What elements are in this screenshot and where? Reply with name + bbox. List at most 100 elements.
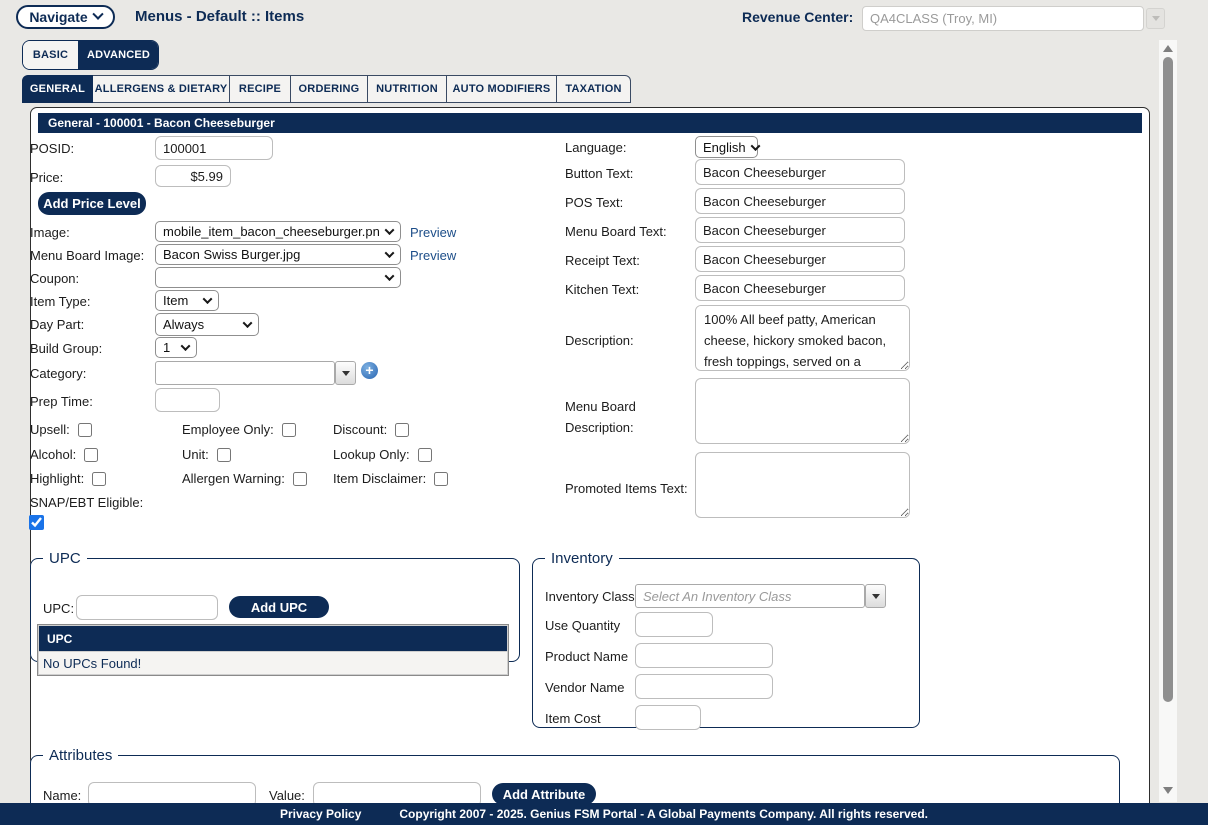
menu-board-image-select[interactable]: Bacon Swiss Burger.jpg: [155, 244, 401, 265]
description-label: Description:: [565, 333, 634, 348]
discount-label: Discount:: [333, 422, 387, 437]
button-text-label: Button Text:: [565, 166, 633, 181]
allergen-warning-checkbox[interactable]: [293, 472, 307, 486]
lookup-only-label: Lookup Only:: [333, 447, 410, 462]
description-textarea[interactable]: 100% All beef patty, American cheese, hi…: [695, 305, 910, 371]
tab-recipe[interactable]: RECIPE: [230, 75, 291, 103]
attributes-legend: Attributes: [43, 747, 118, 764]
add-price-level-button[interactable]: Add Price Level: [38, 192, 146, 215]
add-attribute-button[interactable]: Add Attribute: [492, 783, 596, 805]
menu-board-image-preview-link[interactable]: Preview: [410, 248, 456, 263]
tab-advanced[interactable]: ADVANCED: [79, 41, 158, 69]
discount-checkbox[interactable]: [395, 423, 409, 437]
posid-input[interactable]: [155, 136, 273, 160]
dropdown-arrow-icon: [1152, 16, 1160, 21]
section-header: General - 100001 - Bacon Cheeseburger: [38, 113, 1142, 133]
image-preview-link[interactable]: Preview: [410, 225, 456, 240]
alcohol-label: Alcohol:: [30, 447, 76, 462]
tab-auto-modifiers[interactable]: AUTO MODIFIERS: [447, 75, 557, 103]
discount-checkbox-field: Discount:: [333, 422, 409, 437]
revenue-center-input[interactable]: [862, 6, 1144, 31]
mode-tab-group: BASIC ADVANCED: [22, 40, 159, 70]
item-cost-label: Item Cost: [545, 711, 601, 726]
item-cost-input[interactable]: [635, 705, 701, 730]
category-input[interactable]: [155, 361, 335, 385]
tab-basic[interactable]: BASIC: [23, 41, 79, 69]
attribute-value-label: Value:: [269, 788, 305, 803]
build-group-select-value: 1: [163, 340, 170, 355]
coupon-select[interactable]: [155, 267, 401, 288]
item-type-select[interactable]: Item: [155, 290, 219, 311]
day-part-select[interactable]: Always: [155, 313, 259, 336]
upc-empty-row: No UPCs Found!: [38, 652, 508, 675]
select-chevron-icon: [385, 248, 395, 258]
menu-board-text-label: Menu Board Text:: [565, 224, 667, 239]
select-chevron-icon: [243, 318, 253, 328]
menu-board-description-textarea[interactable]: [695, 378, 910, 444]
upsell-checkbox[interactable]: [78, 423, 92, 437]
price-label: Price:: [30, 170, 63, 185]
unit-checkbox[interactable]: [217, 448, 231, 462]
subtab-bar: GENERAL ALLERGENS & DIETARY RECIPE ORDER…: [22, 75, 631, 103]
build-group-label: Build Group:: [30, 341, 102, 356]
employee-only-label: Employee Only:: [182, 422, 274, 437]
navigate-button[interactable]: Navigate: [16, 5, 115, 29]
vertical-scrollbar[interactable]: [1159, 40, 1177, 802]
alcohol-checkbox-field: Alcohol:: [30, 447, 98, 462]
tab-nutrition[interactable]: NUTRITION: [368, 75, 447, 103]
build-group-select[interactable]: 1: [155, 337, 197, 358]
kitchen-text-input[interactable]: [695, 275, 905, 301]
inventory-fieldset: Inventory Inventory Class Use Quantity P…: [532, 550, 920, 728]
vendor-name-input[interactable]: [635, 674, 773, 699]
tab-taxation[interactable]: TAXATION: [557, 75, 631, 103]
alcohol-checkbox[interactable]: [84, 448, 98, 462]
button-text-input[interactable]: [695, 159, 905, 185]
image-select-value: mobile_item_bacon_cheeseburger.png: [163, 224, 380, 239]
prep-time-input[interactable]: [155, 388, 220, 412]
inventory-class-dropdown-button[interactable]: [865, 584, 886, 608]
language-select[interactable]: English: [695, 136, 758, 158]
revenue-center-dropdown-button[interactable]: [1146, 8, 1165, 29]
category-dropdown-button[interactable]: [335, 361, 356, 385]
promoted-items-textarea[interactable]: [695, 452, 910, 518]
language-select-value: English: [703, 140, 746, 155]
tab-ordering[interactable]: ORDERING: [291, 75, 368, 103]
privacy-policy-link[interactable]: Privacy Policy: [280, 807, 361, 821]
item-type-label: Item Type:: [30, 294, 90, 309]
upc-table: UPC No UPCs Found!: [37, 624, 509, 676]
upc-legend: UPC: [43, 550, 87, 567]
employee-only-checkbox[interactable]: [282, 423, 296, 437]
menu-board-text-input[interactable]: [695, 217, 905, 243]
kitchen-text-label: Kitchen Text:: [565, 282, 639, 297]
tab-general[interactable]: GENERAL: [22, 75, 93, 103]
tab-allergens-dietary[interactable]: ALLERGENS & DIETARY: [93, 75, 230, 103]
day-part-label: Day Part:: [30, 317, 84, 332]
lookup-only-checkbox[interactable]: [418, 448, 432, 462]
add-upc-button[interactable]: Add UPC: [229, 596, 329, 618]
item-type-select-value: Item: [163, 293, 188, 308]
product-name-label: Product Name: [545, 649, 628, 664]
add-category-icon[interactable]: +: [361, 362, 378, 379]
item-disclaimer-checkbox[interactable]: [434, 472, 448, 486]
product-name-input[interactable]: [635, 643, 773, 668]
attribute-name-label: Name:: [43, 788, 81, 803]
pos-text-input[interactable]: [695, 188, 905, 214]
scroll-up-arrow-icon[interactable]: [1163, 45, 1173, 52]
price-input[interactable]: [155, 165, 231, 187]
upc-input[interactable]: [76, 595, 218, 620]
scrollbar-thumb[interactable]: [1163, 57, 1173, 702]
select-chevron-icon: [203, 294, 213, 304]
snap-ebt-checkbox[interactable]: [29, 515, 44, 530]
scroll-down-arrow-icon[interactable]: [1163, 787, 1173, 794]
menu-board-description-label: Menu Board Description:: [565, 396, 665, 438]
use-quantity-input[interactable]: [635, 612, 713, 637]
receipt-text-input[interactable]: [695, 246, 905, 272]
inventory-class-input[interactable]: [635, 584, 865, 608]
select-chevron-icon: [181, 341, 191, 351]
page-title: Menus - Default :: Items: [135, 8, 304, 25]
allergen-warning-checkbox-field: Allergen Warning:: [182, 471, 307, 486]
menu-board-image-select-value: Bacon Swiss Burger.jpg: [163, 247, 300, 262]
image-select[interactable]: mobile_item_bacon_cheeseburger.png: [155, 221, 401, 242]
language-label: Language:: [565, 140, 626, 155]
highlight-checkbox[interactable]: [92, 472, 106, 486]
